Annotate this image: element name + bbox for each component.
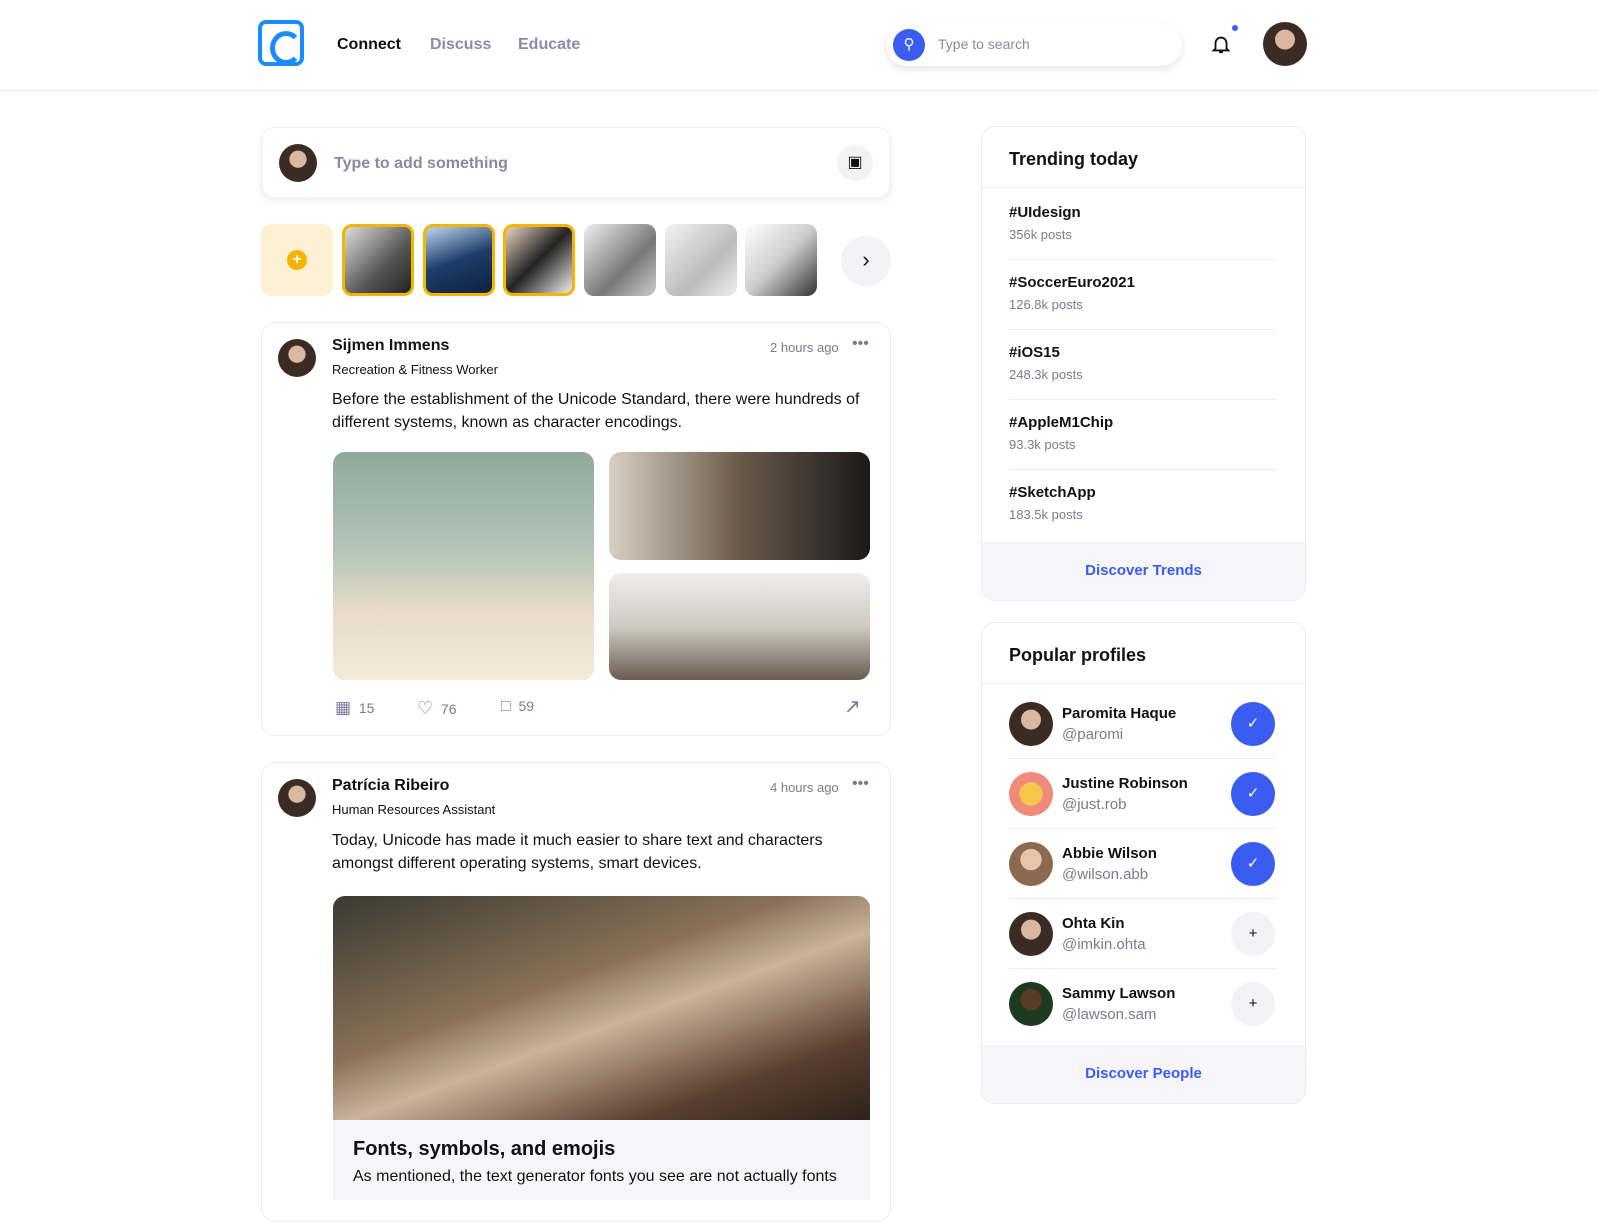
share-icon[interactable]: ↗ [844,694,861,719]
post-image[interactable] [333,452,594,680]
link-image [333,896,870,1120]
trend-count: 126.8k posts [1009,297,1083,312]
trend-tag: #UIdesign [1009,204,1081,221]
story[interactable] [423,224,495,296]
nav-connect[interactable]: Connect [337,36,401,54]
comment-button[interactable]: ▦ 15 [335,698,374,718]
trend-count: 248.3k posts [1009,367,1083,382]
like-button[interactable]: ♡ 76 [417,698,457,719]
composer-avatar [279,144,317,182]
post-text: Before the establishment of the Unicode … [332,391,860,431]
post-image[interactable] [609,452,870,560]
composer: Type to add something ▣ [261,127,891,199]
composer-input[interactable]: Type to add something [334,155,508,173]
chevron-right-icon[interactable]: › [841,236,891,286]
save-button[interactable]: □ 59 [501,698,534,716]
image-upload-icon[interactable]: ▣ [837,145,873,181]
add-user-icon[interactable]: + [1231,982,1275,1026]
story[interactable] [584,224,656,296]
profile-avatar[interactable] [1009,702,1053,746]
profile-handle: @imkin.ohta [1062,936,1146,953]
discover-people-link[interactable]: Discover People [982,1045,1305,1103]
trend-count: 183.5k posts [1009,507,1083,522]
notification-dot [1232,25,1238,31]
more-icon[interactable]: ••• [852,335,869,353]
post-avatar[interactable] [278,339,316,377]
profiles-panel: Popular profiles Paromita Haque @paromi ✓ … [981,622,1306,1104]
profiles-title: Popular profiles [1009,645,1147,665]
app-logo[interactable] [258,20,304,66]
profile-item: Paromita Haque @paromi ✓ [1009,689,1275,759]
trend-tag: #iOS15 [1009,344,1060,361]
like-count: 76 [440,701,457,717]
profile-handle: @just.rob [1062,796,1127,813]
top-bar: Connect Discuss Educate ⚲ [0,0,1598,91]
discover-trends-link[interactable]: Discover Trends [982,542,1305,600]
following-icon[interactable]: ✓ [1231,702,1275,746]
search-bar: ⚲ [886,24,1182,66]
comment-count: 15 [358,700,375,716]
plus-icon: + [287,250,307,270]
story[interactable] [745,224,817,296]
heart-icon: ♡ [417,698,434,718]
search-icon[interactable]: ⚲ [893,29,925,61]
link-preview[interactable]: Fonts, symbols, and emojis As mentioned,… [333,896,870,1200]
trend-count: 356k posts [1009,227,1072,242]
trending-panel: Trending today #UIdesign 356k posts #Socc… [981,126,1306,601]
post-avatar[interactable] [278,779,316,817]
nav-discuss[interactable]: Discuss [430,36,491,54]
profile-name[interactable]: Justine Robinson [1062,775,1188,792]
profile-handle: @lawson.sam [1062,1006,1157,1023]
post-text: Today, Unicode has made it much easier t… [332,832,823,872]
story[interactable] [342,224,414,296]
profile-name[interactable]: Sammy Lawson [1062,985,1175,1002]
post-role: Human Resources Assistant [332,802,496,817]
profile-name[interactable]: Ohta Kin [1062,915,1125,932]
profile-name[interactable]: Paromita Haque [1062,705,1176,722]
story[interactable] [665,224,737,296]
profile-item: Abbie Wilson @wilson.abb ✓ [1009,829,1275,899]
more-icon[interactable]: ••• [852,775,869,793]
trend-count: 93.3k posts [1009,437,1076,452]
profile-handle: @paromi [1062,726,1124,743]
add-user-icon[interactable]: + [1231,912,1275,956]
trend-tag: #AppleM1Chip [1009,414,1114,431]
profile-avatar[interactable] [1009,842,1053,886]
trending-title: Trending today [1009,149,1139,169]
post-image[interactable] [609,573,870,680]
post-author[interactable]: Patrícia Ribeiro [332,777,449,795]
trend-item[interactable]: #UIdesign 356k posts [1009,190,1275,260]
search-input[interactable] [938,36,1158,52]
bell-icon[interactable] [1210,32,1232,56]
profile-avatar[interactable] [1009,912,1053,956]
profile-name[interactable]: Abbie Wilson [1062,845,1157,862]
profile-handle: @wilson.abb [1062,866,1149,883]
profile-avatar[interactable] [1009,982,1053,1026]
following-icon[interactable]: ✓ [1231,842,1275,886]
link-text: As mentioned, the text generator fonts y… [353,1168,837,1185]
nav-educate[interactable]: Educate [518,36,580,54]
link-title: Fonts, symbols, and emojis [353,1138,616,1160]
trend-item[interactable]: #iOS15 248.3k posts [1009,330,1275,400]
bookmark-icon: □ [501,698,511,715]
following-icon[interactable]: ✓ [1231,772,1275,816]
profile-item: Ohta Kin @imkin.ohta + [1009,899,1275,969]
post-role: Recreation & Fitness Worker [332,362,498,377]
trend-tag: #SoccerEuro2021 [1009,274,1135,291]
trend-tag: #SketchApp [1009,484,1096,501]
trend-item[interactable]: #SketchApp 183.5k posts [1009,470,1275,540]
save-count: 59 [518,698,535,714]
post-time: 2 hours ago [770,340,839,355]
user-avatar[interactable] [1263,22,1307,66]
trend-item[interactable]: #AppleM1Chip 93.3k posts [1009,400,1275,470]
post-author[interactable]: Sijmen Immens [332,337,449,355]
profile-avatar[interactable] [1009,772,1053,816]
trend-item[interactable]: #SoccerEuro2021 126.8k posts [1009,260,1275,330]
add-story-button[interactable]: + [261,224,333,296]
profile-item: Justine Robinson @just.rob ✓ [1009,759,1275,829]
story[interactable] [503,224,575,296]
profile-item: Sammy Lawson @lawson.sam + [1009,969,1275,1039]
post-time: 4 hours ago [770,780,839,795]
comment-icon: ▦ [335,698,352,717]
